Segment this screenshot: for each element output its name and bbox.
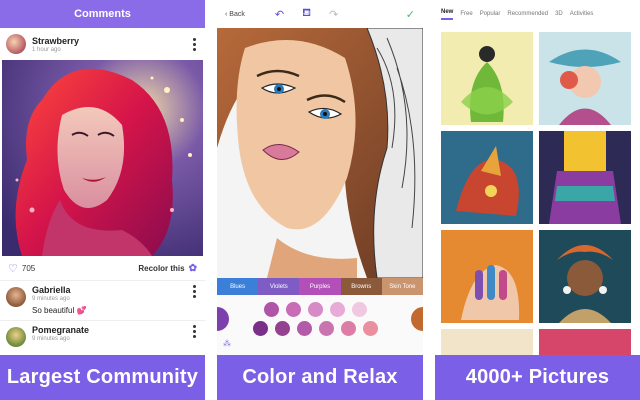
color-swatch[interactable] bbox=[411, 307, 423, 331]
more-options-icon[interactable] bbox=[189, 285, 199, 298]
coloring-image bbox=[217, 28, 423, 278]
comment-body: Pomegranate 9 minutes ago bbox=[32, 325, 189, 342]
more-options-icon[interactable] bbox=[189, 37, 199, 51]
palette-icon: ✿ bbox=[188, 262, 197, 274]
palette-tabs: Blues Violets Purples Browns Skin Tone bbox=[217, 278, 423, 295]
comment-username[interactable]: Gabriella bbox=[32, 285, 189, 295]
color-swatch[interactable] bbox=[264, 302, 279, 317]
relax-banner: Color and Relax bbox=[217, 355, 423, 400]
screenshot-strip: Comments Strawberry 1 hour ago ♡ 705 Rec… bbox=[0, 0, 640, 400]
community-panel: Comments Strawberry 1 hour ago ♡ 705 Rec… bbox=[0, 0, 205, 400]
tab-label: Skin Tone bbox=[389, 283, 416, 290]
redo-icon[interactable]: ↷ bbox=[329, 8, 338, 21]
community-banner: Largest Community bbox=[0, 355, 205, 400]
thumbnail-image bbox=[549, 131, 621, 224]
tab-popular[interactable]: Popular bbox=[480, 11, 501, 17]
thumbnail-image bbox=[557, 245, 613, 323]
picture-grid bbox=[435, 28, 640, 359]
color-swatch[interactable] bbox=[217, 307, 229, 331]
comments-header: Comments bbox=[0, 0, 205, 28]
comment-text: So beautiful 💕 bbox=[32, 306, 189, 315]
color-palette: ⁂ bbox=[217, 295, 423, 355]
avatar[interactable] bbox=[6, 327, 26, 347]
comment-text-body: So beautiful bbox=[32, 306, 75, 315]
picture-thumbnail[interactable] bbox=[441, 32, 533, 125]
picture-thumbnail[interactable] bbox=[539, 230, 631, 323]
coloring-canvas[interactable] bbox=[217, 28, 423, 278]
color-swatch[interactable] bbox=[253, 321, 268, 336]
tab-activities[interactable]: Activities bbox=[570, 11, 594, 17]
tab-label: Purples bbox=[309, 283, 331, 290]
gallery-panel: New Free Popular Recommended 3D Activiti… bbox=[435, 0, 640, 400]
tab-recommended[interactable]: Recommended bbox=[507, 11, 548, 17]
color-swatch[interactable] bbox=[275, 321, 290, 336]
color-swatch[interactable] bbox=[341, 321, 356, 336]
color-swatch[interactable] bbox=[330, 302, 345, 317]
color-swatch[interactable] bbox=[319, 321, 334, 336]
done-check-icon[interactable]: ✓ bbox=[406, 8, 415, 21]
thumbnail-image bbox=[549, 49, 621, 125]
comment-username[interactable]: Pomegranate bbox=[32, 325, 189, 335]
avatar[interactable] bbox=[6, 34, 26, 54]
color-swatch[interactable] bbox=[352, 302, 367, 317]
comment-time: 9 minutes ago bbox=[32, 336, 70, 342]
artwork-image bbox=[2, 60, 203, 256]
tab-browns[interactable]: Browns bbox=[340, 278, 382, 295]
category-tabs: New Free Popular Recommended 3D Activiti… bbox=[435, 0, 640, 28]
color-swatch[interactable] bbox=[363, 321, 378, 336]
color-wheel-icon[interactable]: ⁂ bbox=[223, 339, 231, 348]
color-swatch[interactable] bbox=[297, 321, 312, 336]
post-header: Strawberry 1 hour ago bbox=[0, 28, 205, 60]
recolor-label: Recolor this bbox=[138, 263, 185, 273]
comment-body: Gabriella 9 minutes ago So beautiful 💕 bbox=[32, 285, 189, 315]
coloring-panel: ‹ Back ↶ ⛾ ↷ ✓ Blues Violets Purples Bro… bbox=[217, 0, 423, 400]
tab-purples[interactable]: Purples bbox=[299, 278, 341, 295]
tab-3d[interactable]: 3D bbox=[555, 11, 563, 17]
more-options-icon[interactable] bbox=[189, 325, 199, 338]
tab-new[interactable]: New bbox=[441, 9, 454, 20]
like-count: 705 bbox=[21, 263, 36, 273]
tab-violets[interactable]: Violets bbox=[258, 278, 300, 295]
tab-label: Browns bbox=[351, 283, 372, 290]
comment-time: 9 minutes ago bbox=[32, 296, 70, 302]
tab-skin-tone[interactable]: Skin Tone bbox=[381, 278, 423, 295]
post-time: 1 hour ago bbox=[32, 46, 61, 53]
heart-icon[interactable]: ♡ bbox=[8, 262, 18, 275]
picture-thumbnail[interactable] bbox=[441, 230, 533, 323]
thumbnail-image bbox=[461, 46, 513, 122]
tab-free[interactable]: Free bbox=[460, 11, 472, 17]
fill-bucket-icon[interactable]: ⛾ bbox=[302, 7, 311, 21]
recolor-button[interactable]: Recolor this ✿ bbox=[138, 263, 197, 274]
picture-thumbnail[interactable] bbox=[441, 131, 533, 224]
picture-thumbnail[interactable] bbox=[539, 131, 631, 224]
back-button[interactable]: ‹ Back bbox=[225, 11, 245, 18]
tab-label: Blues bbox=[230, 283, 246, 290]
picture-thumbnail[interactable] bbox=[539, 32, 631, 125]
tab-label: Violets bbox=[269, 283, 288, 290]
post-artwork[interactable] bbox=[2, 60, 203, 256]
comment-item: Pomegranate 9 minutes ago bbox=[0, 320, 205, 352]
tab-blues[interactable]: Blues bbox=[217, 278, 259, 295]
heart-emoji-icon: 💕 bbox=[76, 306, 87, 315]
color-swatch[interactable] bbox=[308, 302, 323, 317]
back-label: Back bbox=[229, 10, 245, 18]
comments-title: Comments bbox=[74, 8, 131, 20]
color-swatch[interactable] bbox=[286, 302, 301, 317]
thumbnail-image bbox=[461, 265, 520, 320]
post-meta: Strawberry 1 hour ago bbox=[32, 36, 189, 53]
post-username[interactable]: Strawberry bbox=[32, 36, 189, 46]
avatar[interactable] bbox=[6, 287, 26, 307]
thumbnail-image bbox=[456, 146, 519, 216]
post-actions: ♡ 705 Recolor this ✿ bbox=[0, 256, 205, 280]
editor-toolbar: ‹ Back ↶ ⛾ ↷ ✓ bbox=[217, 0, 423, 28]
undo-icon[interactable]: ↶ bbox=[275, 8, 284, 21]
pictures-banner: 4000+ Pictures bbox=[435, 355, 640, 400]
comment-item: Gabriella 9 minutes ago So beautiful 💕 bbox=[0, 280, 205, 320]
